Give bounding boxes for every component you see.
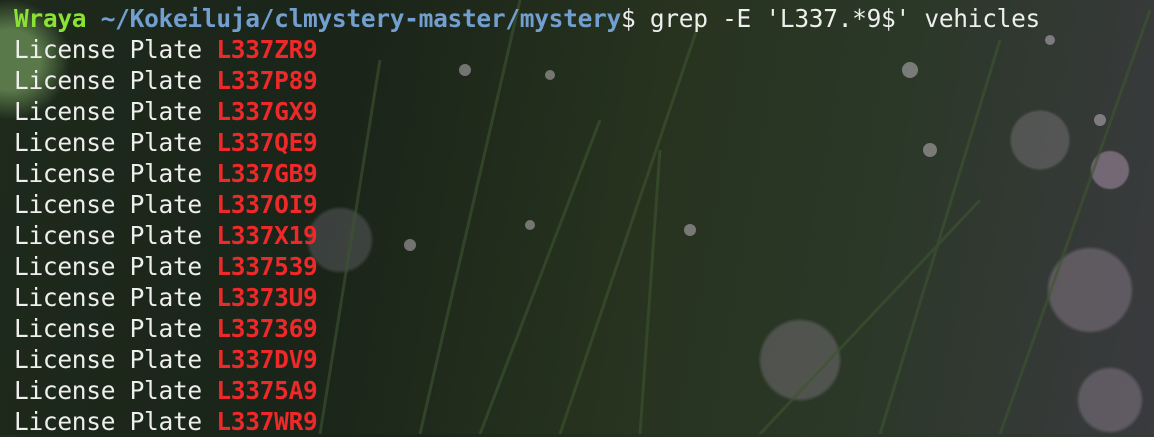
output-line: License Plate L337GB9 <box>14 158 1040 189</box>
prompt-line: Wraya ~/Kokeiluja/clmystery-master/myste… <box>14 3 1040 34</box>
command-text: grep -E 'L337.*9$' vehicles <box>635 4 1040 33</box>
plate-match: L337ZR9 <box>216 35 318 64</box>
output-line: License Plate L337WR9 <box>14 406 1040 437</box>
line-label: License Plate <box>14 407 217 436</box>
plate-match: L3373U9 <box>216 283 318 312</box>
plate-match: L337P89 <box>216 66 318 95</box>
line-label: License Plate <box>14 283 217 312</box>
line-label: License Plate <box>14 66 217 95</box>
plate-match: L337WR9 <box>216 407 318 436</box>
line-label: License Plate <box>14 252 217 281</box>
output-line: License Plate L337OI9 <box>14 189 1040 220</box>
output-line: License Plate L337DV9 <box>14 344 1040 375</box>
plate-match: L337OI9 <box>216 190 318 219</box>
terminal-output[interactable]: Wraya ~/Kokeiluja/clmystery-master/myste… <box>14 3 1040 437</box>
output-line: License Plate L337539 <box>14 251 1040 282</box>
output-line: License Plate L337P89 <box>14 65 1040 96</box>
output-line: License Plate L337ZR9 <box>14 34 1040 65</box>
line-label: License Plate <box>14 345 217 374</box>
line-label: License Plate <box>14 190 217 219</box>
output-line: License Plate L337X19 <box>14 220 1040 251</box>
line-label: License Plate <box>14 376 217 405</box>
prompt-path: ~/Kokeiluja/clmystery-master/mystery <box>100 4 622 33</box>
output-line: License Plate L337GX9 <box>14 96 1040 127</box>
plate-match: L337X19 <box>216 221 318 250</box>
prompt-symbol: $ <box>620 4 636 33</box>
output-line: License Plate L337369 <box>14 313 1040 344</box>
line-label: License Plate <box>14 35 217 64</box>
line-label: License Plate <box>14 97 217 126</box>
plate-match: L337QE9 <box>216 128 318 157</box>
output-line: License Plate L3375A9 <box>14 375 1040 406</box>
line-label: License Plate <box>14 221 217 250</box>
output-line: License Plate L3373U9 <box>14 282 1040 313</box>
plate-match: L337GX9 <box>216 97 318 126</box>
plate-match: L337539 <box>216 252 318 281</box>
line-label: License Plate <box>14 159 217 188</box>
plate-match: L337DV9 <box>216 345 318 374</box>
line-label: License Plate <box>14 314 217 343</box>
plate-match: L3375A9 <box>216 376 318 405</box>
line-label: License Plate <box>14 128 217 157</box>
plate-match: L337369 <box>216 314 318 343</box>
output-line: License Plate L337QE9 <box>14 127 1040 158</box>
plate-match: L337GB9 <box>216 159 318 188</box>
prompt-user: Wraya <box>14 4 87 33</box>
